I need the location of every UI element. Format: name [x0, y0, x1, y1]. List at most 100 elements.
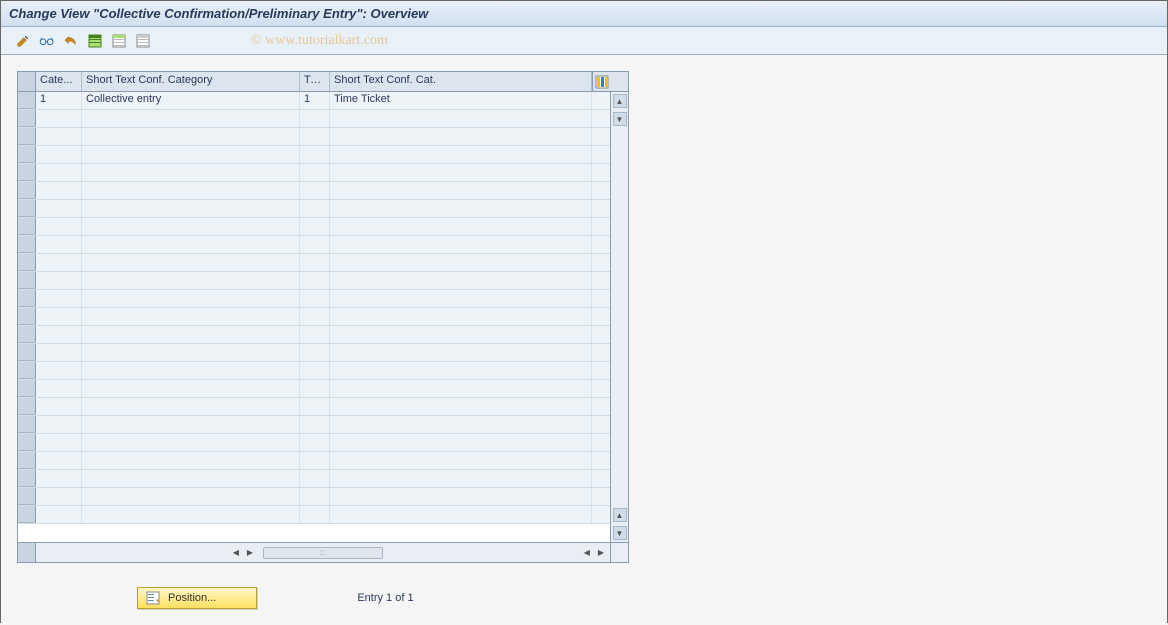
- row-selector[interactable]: [18, 254, 36, 271]
- cell-cate[interactable]: [36, 146, 82, 163]
- row-selector[interactable]: [18, 488, 36, 505]
- cell-short_text_conf_category[interactable]: [82, 470, 300, 487]
- cell-short_text_conf_cat[interactable]: [330, 254, 592, 271]
- cell-cate[interactable]: [36, 164, 82, 181]
- cell-short_text_conf_category[interactable]: [82, 218, 300, 235]
- cell-type[interactable]: [300, 290, 330, 307]
- row-selector[interactable]: [18, 218, 36, 235]
- row-selector[interactable]: [18, 470, 36, 487]
- cell-type[interactable]: [300, 416, 330, 433]
- cell-short_text_conf_category[interactable]: [82, 344, 300, 361]
- row-selector[interactable]: [18, 452, 36, 469]
- row-selector[interactable]: [18, 326, 36, 343]
- cell-short_text_conf_category[interactable]: [82, 254, 300, 271]
- cell-cate[interactable]: [36, 416, 82, 433]
- position-button[interactable]: Position...: [137, 587, 257, 609]
- scroll-down-icon[interactable]: ▼: [613, 112, 627, 126]
- row-selector[interactable]: [18, 434, 36, 451]
- cell-short_text_conf_category[interactable]: [82, 416, 300, 433]
- cell-short_text_conf_category[interactable]: [82, 362, 300, 379]
- cell-short_text_conf_cat[interactable]: [330, 380, 592, 397]
- cell-cate[interactable]: [36, 290, 82, 307]
- cell-short_text_conf_cat[interactable]: [330, 308, 592, 325]
- cell-short_text_conf_category[interactable]: [82, 452, 300, 469]
- cell-short_text_conf_cat[interactable]: [330, 146, 592, 163]
- cell-cate[interactable]: [36, 326, 82, 343]
- cell-type[interactable]: [300, 146, 330, 163]
- cell-short_text_conf_cat[interactable]: [330, 272, 592, 289]
- row-selector[interactable]: [18, 164, 36, 181]
- cell-short_text_conf_cat[interactable]: [330, 344, 592, 361]
- cell-type[interactable]: [300, 506, 330, 523]
- cell-type[interactable]: [300, 380, 330, 397]
- cell-short_text_conf_category[interactable]: [82, 164, 300, 181]
- row-selector[interactable]: [18, 398, 36, 415]
- row-selector[interactable]: [18, 236, 36, 253]
- cell-short_text_conf_category[interactable]: [82, 398, 300, 415]
- cell-type[interactable]: [300, 344, 330, 361]
- cell-short_text_conf_cat[interactable]: [330, 398, 592, 415]
- cell-short_text_conf_category[interactable]: [82, 128, 300, 145]
- column-header-short-text-conf-category[interactable]: Short Text Conf. Category: [82, 72, 300, 91]
- cell-cate[interactable]: [36, 434, 82, 451]
- row-selector[interactable]: [18, 92, 36, 109]
- cell-cate[interactable]: [36, 344, 82, 361]
- cell-cate[interactable]: [36, 488, 82, 505]
- column-header-type[interactable]: Type: [300, 72, 330, 91]
- cell-cate[interactable]: [36, 470, 82, 487]
- cell-cate[interactable]: [36, 452, 82, 469]
- cell-type[interactable]: [300, 434, 330, 451]
- undo-icon[interactable]: [61, 31, 81, 51]
- cell-cate[interactable]: [36, 200, 82, 217]
- cell-cate[interactable]: [36, 398, 82, 415]
- cell-short_text_conf_cat[interactable]: [330, 164, 592, 181]
- cell-short_text_conf_category[interactable]: [82, 434, 300, 451]
- cell-short_text_conf_category[interactable]: [82, 236, 300, 253]
- cell-short_text_conf_cat[interactable]: [330, 488, 592, 505]
- row-selector[interactable]: [18, 146, 36, 163]
- cell-type[interactable]: [300, 452, 330, 469]
- cell-short_text_conf_category[interactable]: [82, 110, 300, 127]
- cell-short_text_conf_category[interactable]: [82, 290, 300, 307]
- cell-cate[interactable]: [36, 362, 82, 379]
- cell-type[interactable]: [300, 398, 330, 415]
- cell-cate[interactable]: [36, 254, 82, 271]
- scroll-thumb[interactable]: :::: [263, 547, 383, 559]
- cell-short_text_conf_cat[interactable]: [330, 110, 592, 127]
- cell-cate[interactable]: [36, 308, 82, 325]
- cell-type[interactable]: [300, 308, 330, 325]
- cell-short_text_conf_cat[interactable]: [330, 416, 592, 433]
- cell-short_text_conf_category[interactable]: [82, 182, 300, 199]
- cell-short_text_conf_cat[interactable]: [330, 200, 592, 217]
- cell-type[interactable]: [300, 236, 330, 253]
- glasses-icon[interactable]: [37, 31, 57, 51]
- cell-short_text_conf_cat[interactable]: [330, 218, 592, 235]
- column-settings-icon[interactable]: [592, 72, 610, 91]
- cell-short_text_conf_category[interactable]: [82, 272, 300, 289]
- row-selector[interactable]: [18, 272, 36, 289]
- select-all-icon[interactable]: [85, 31, 105, 51]
- horizontal-scrollbar[interactable]: ◀ ▶ ::: ◀ ▶: [36, 547, 610, 559]
- vertical-scrollbar[interactable]: ▲ ▼ ▲ ▼: [610, 92, 628, 542]
- cell-short_text_conf_cat[interactable]: Time Ticket: [330, 92, 592, 109]
- cell-cate[interactable]: [36, 236, 82, 253]
- scroll-left2-icon[interactable]: ◀: [582, 548, 592, 557]
- cell-short_text_conf_cat[interactable]: [330, 362, 592, 379]
- cell-type[interactable]: [300, 200, 330, 217]
- scroll-up2-icon[interactable]: ▲: [613, 508, 627, 522]
- cell-short_text_conf_category[interactable]: [82, 506, 300, 523]
- deselect-all-icon[interactable]: [133, 31, 153, 51]
- pencil-icon[interactable]: [13, 31, 33, 51]
- cell-type[interactable]: [300, 254, 330, 271]
- column-header-short-text-conf-cat[interactable]: Short Text Conf. Cat.: [330, 72, 592, 91]
- cell-short_text_conf_category[interactable]: [82, 308, 300, 325]
- cell-short_text_conf_category[interactable]: Collective entry: [82, 92, 300, 109]
- row-selector[interactable]: [18, 182, 36, 199]
- cell-short_text_conf_cat[interactable]: [330, 326, 592, 343]
- cell-short_text_conf_cat[interactable]: [330, 452, 592, 469]
- cell-cate[interactable]: 1: [36, 92, 82, 109]
- cell-type[interactable]: [300, 128, 330, 145]
- cell-type[interactable]: 1: [300, 92, 330, 109]
- cell-type[interactable]: [300, 182, 330, 199]
- cell-short_text_conf_category[interactable]: [82, 200, 300, 217]
